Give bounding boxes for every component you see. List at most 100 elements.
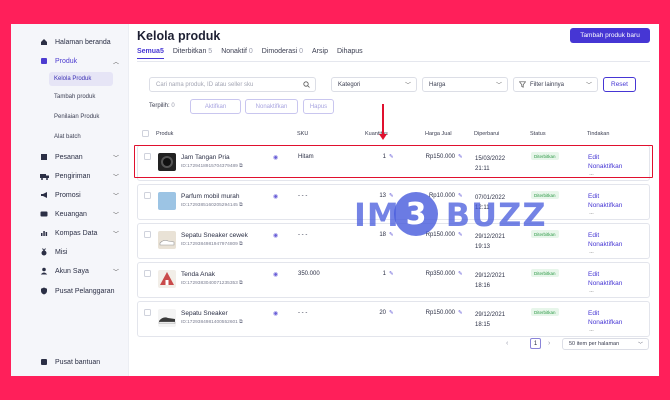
sidebar-item-pusat-pelanggaran[interactable]: Pusat Pelanggaran [11,283,129,299]
chevron-down-icon: ﹀ [113,231,120,238]
chevron-down-icon: ﹀ [404,83,411,89]
next-page-icon[interactable]: › [548,340,550,347]
product-thumbnail[interactable] [158,309,176,327]
sku-value: - - - [298,193,308,199]
tab-dimoderasi[interactable]: Dimoderasi 0 [262,48,303,59]
edit-quantity-icon[interactable]: ✎ [389,271,394,277]
more-icon[interactable]: ··· [589,289,594,295]
per-page-select[interactable]: 50 item per halaman ﹀ [562,338,649,350]
copy-icon[interactable]: ⧉ [239,320,242,325]
row-checkbox[interactable] [144,270,151,277]
deactivate-link[interactable]: Nonaktifkan [588,240,622,249]
category-select[interactable]: Kategori ﹀ [331,77,417,92]
chevron-down-icon: ﹀ [113,174,120,181]
sidebar-item-label: Halaman beranda [55,38,111,46]
column-header-tindakan: Tindakan [587,131,610,137]
price-value: Rp350.000 [425,271,455,277]
chevron-down-icon: ﹀ [585,83,592,89]
activate-button[interactable]: Aktifkan [190,99,241,114]
column-header-harga: Harga Jual [425,131,452,137]
sidebar-item-home[interactable]: Halaman beranda [11,34,129,50]
price-select[interactable]: Harga ﹀ [422,77,508,92]
edit-link[interactable]: Edit [588,231,622,240]
status-badge: Diterbitkan [531,308,559,316]
home-icon [39,37,49,47]
more-icon[interactable]: ··· [589,211,594,217]
reset-button[interactable]: Reset [603,77,636,92]
product-id: ID:1729384981400552601 ⧉ [181,320,243,325]
eye-icon[interactable]: ◉ [273,310,278,317]
deactivate-link[interactable]: Nonaktifkan [588,318,622,327]
edit-link[interactable]: Edit [588,309,622,318]
more-icon[interactable]: ··· [589,328,594,334]
sku-value: - - - [298,232,308,238]
tab-nonaktif[interactable]: Nonaktif 0 [221,48,253,59]
page-number[interactable]: 1 [530,338,541,349]
sidebar-sub-tambah-produk[interactable]: Tambah produk [54,94,95,100]
sidebar-item-misi[interactable]: Misi [11,244,129,260]
row-checkbox[interactable] [144,231,151,238]
delete-button[interactable]: Hapus [303,99,334,114]
product-thumbnail[interactable] [158,270,176,288]
copy-icon[interactable]: ⧉ [239,242,242,247]
row-checkbox[interactable] [144,192,151,199]
arrow-annotation [382,104,384,137]
product-name[interactable]: Tenda Anak [181,271,215,278]
page-title: Kelola produk [137,29,221,43]
chevron-down-icon: ﹀ [113,212,120,219]
updated-date: 29/12/2021 18:16 [475,273,506,289]
product-name[interactable]: Sepatu Sneaker [181,310,228,317]
sidebar-item-produk[interactable]: Produk ︿ [11,53,129,69]
row-actions: Edit Nonaktifkan [588,270,622,288]
deactivate-button[interactable]: Nonaktifkan [245,99,298,114]
chevron-down-icon: ﹀ [113,155,120,162]
row-checkbox[interactable] [144,309,151,316]
edit-link[interactable]: Edit [588,192,622,201]
sidebar-item-pengiriman[interactable]: Pengiriman ﹀ [11,168,129,184]
sidebar-item-pusat-bantuan[interactable]: Pusat bantuan [11,354,129,370]
medal-icon [39,247,49,257]
prev-page-icon[interactable]: ‹ [506,340,508,347]
chevron-up-icon: ︿ [113,59,120,66]
select-all-checkbox[interactable] [142,130,149,137]
sidebar-sub-alat-batch[interactable]: Alat batch [54,134,81,140]
tab-dihapus[interactable]: Dihapus [337,48,363,59]
product-thumbnail[interactable] [158,192,176,210]
copy-icon[interactable]: ⧉ [239,203,242,208]
edit-price-icon[interactable]: ✎ [458,271,463,277]
deactivate-link[interactable]: Nonaktifkan [588,201,622,210]
column-header-diperbarui: Diperbarui [474,131,500,137]
sidebar-item-label: Keuangan [55,210,87,218]
sidebar-item-label: Promosi [55,191,81,199]
sidebar-item-keuangan[interactable]: Keuangan ﹀ [11,206,129,222]
product-name[interactable]: Sepatu Sneaker cewek [181,232,248,239]
product-name[interactable]: Parfum mobil murah [181,193,240,200]
copy-icon[interactable]: ⧉ [239,281,242,286]
edit-price-icon[interactable]: ✎ [458,310,463,316]
more-filters-select[interactable]: Filter lainnya ﹀ [513,77,598,92]
column-header-produk: Produk [156,131,174,137]
product-thumbnail[interactable] [158,231,176,249]
eye-icon[interactable]: ◉ [273,271,278,278]
edit-quantity-icon[interactable]: ✎ [389,310,394,316]
tab-diterbitkan[interactable]: Diterbitkan 5 [173,48,212,59]
more-icon[interactable]: ··· [589,250,594,256]
main-content: Kelola produk Tambah produk baru Semua5 … [129,24,659,376]
deactivate-link[interactable]: Nonaktifkan [588,279,622,288]
search-input[interactable]: Cari nama produk, ID atau seller sku [149,77,316,92]
tab-arsip[interactable]: Arsip [312,48,328,59]
sidebar-sub-penilaian-produk[interactable]: Penilaian Produk [54,114,99,120]
add-product-button[interactable]: Tambah produk baru [570,28,650,43]
sidebar-item-akun-saya[interactable]: Akun Saya ﹀ [11,263,129,279]
eye-icon[interactable]: ◉ [273,193,278,200]
price-value: Rp150.000 [425,310,455,316]
sidebar-item-pesanan[interactable]: Pesanan ﹀ [11,149,129,165]
sidebar-sub-kelola-produk[interactable]: Kelola Produk [49,72,113,86]
sidebar-item-promosi[interactable]: Promosi ﹀ [11,187,129,203]
tab-bar: Semua5 Diterbitkan 5 Nonaktif 0 Dimodera… [137,48,372,59]
sidebar-item-label: Pusat Pelanggaran [55,287,115,295]
tab-semua[interactable]: Semua5 [137,48,164,59]
eye-icon[interactable]: ◉ [273,232,278,239]
edit-link[interactable]: Edit [588,270,622,279]
sidebar-item-kompas-data[interactable]: Kompas Data ﹀ [11,225,129,241]
